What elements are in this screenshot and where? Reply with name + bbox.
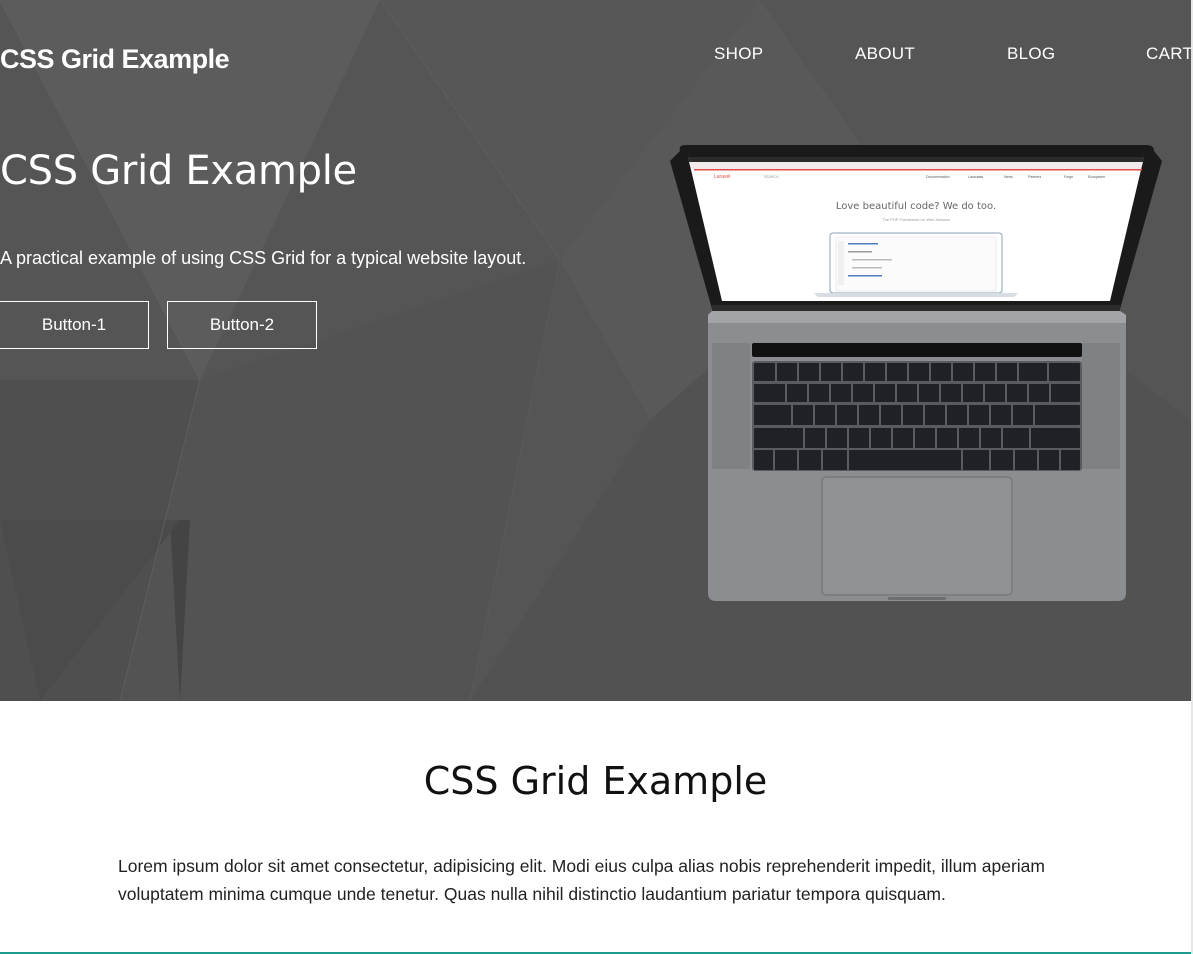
screen-nav-4: Partners: [1028, 175, 1041, 179]
main-nav: SHOP ABOUT BLOG CART: [0, 44, 1191, 68]
screen-nav-6: Ecosystem: [1088, 175, 1105, 179]
button-1[interactable]: Button-1: [0, 301, 149, 349]
screen-nav-2: Laracasts: [968, 175, 983, 179]
keyboard-keys: [754, 363, 1080, 470]
nav-item-about[interactable]: ABOUT: [855, 44, 915, 64]
button-2[interactable]: Button-2: [167, 301, 317, 349]
hero-title: CSS Grid Example: [0, 148, 357, 194]
section-text: Lorem ipsum dolor sit amet consectetur, …: [118, 856, 1045, 904]
screen-nav-3: News: [1004, 175, 1013, 179]
hero-section: CSS Grid Example SHOP ABOUT BLOG CART CS…: [0, 0, 1191, 701]
section-title: CSS Grid Example: [423, 759, 768, 803]
screen-search-placeholder: SEARCH: [764, 175, 779, 179]
laptop-image: Laravel SEARCH Documentation Laracasts N…: [670, 145, 1162, 601]
nav-item-blog[interactable]: BLOG: [1007, 44, 1055, 64]
screen-subheading: The PHP Framework for Web Artisans: [882, 217, 950, 222]
screen-nav-1: Documentation: [926, 175, 950, 179]
content-section: CSS Grid Example Lorem ipsum dolor sit a…: [0, 701, 1191, 954]
screen-brand: Laravel: [714, 174, 730, 180]
screen-nav-5: Forge: [1064, 175, 1073, 179]
nav-item-cart[interactable]: CART: [1146, 44, 1191, 64]
nav-item-shop[interactable]: SHOP: [714, 44, 763, 64]
hero-subtitle: A practical example of using CSS Grid fo…: [0, 248, 527, 268]
screen-heading: Love beautiful code? We do too.: [836, 201, 996, 212]
